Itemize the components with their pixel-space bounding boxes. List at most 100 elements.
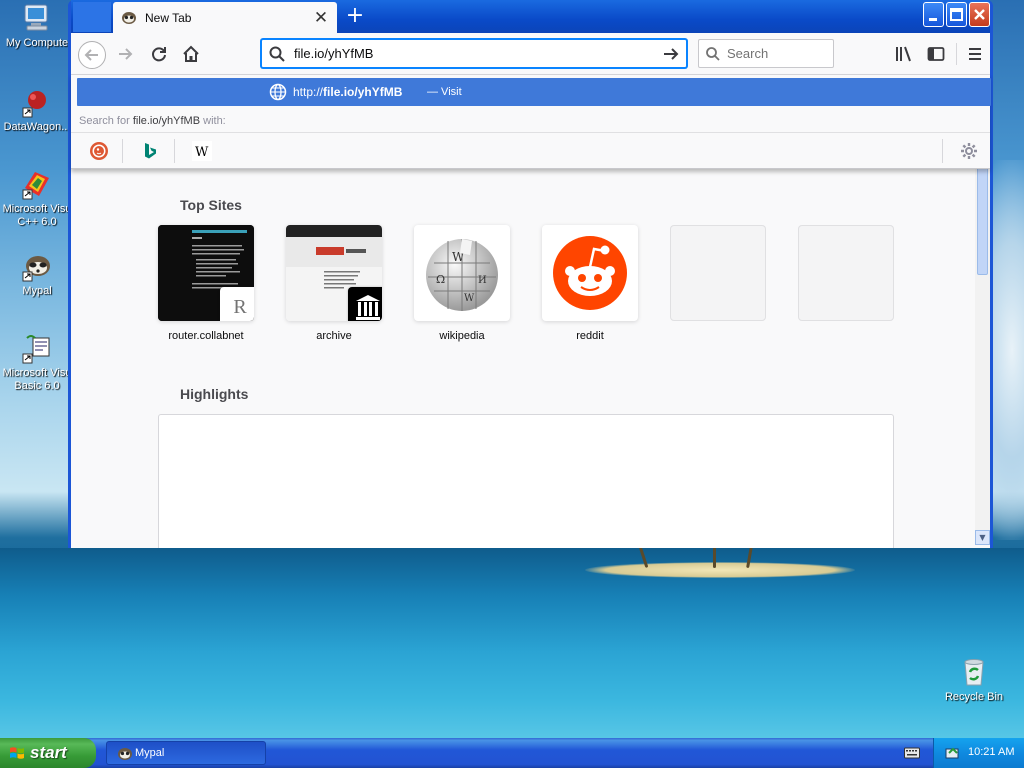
search-with-prefix: Search for bbox=[79, 115, 130, 127]
computer-icon bbox=[21, 2, 53, 34]
top-site-archive[interactable]: archive bbox=[286, 225, 382, 342]
search-icon bbox=[269, 46, 285, 62]
top-site-label: wikipedia bbox=[439, 330, 485, 342]
maximize-button[interactable] bbox=[946, 2, 967, 27]
suggestion-visit-row[interactable]: http://file.io/yhYfMB — Visit bbox=[77, 78, 991, 106]
top-site-empty-slot[interactable] bbox=[798, 225, 894, 330]
reload-icon bbox=[152, 47, 166, 62]
home-button[interactable] bbox=[177, 41, 205, 69]
desktop-icon-visual-cpp[interactable]: Microsoft Visu C++ 6.0 bbox=[0, 168, 74, 229]
highlights-panel bbox=[158, 414, 894, 548]
top-site-badge: R bbox=[220, 287, 254, 321]
top-site-label: reddit bbox=[576, 330, 604, 342]
start-button[interactable]: start bbox=[0, 738, 96, 768]
back-button[interactable] bbox=[78, 41, 106, 69]
desktop-icon-visual-basic[interactable]: Microsoft Visu Basic 6.0 bbox=[0, 332, 74, 393]
taskbar-item-label: Mypal bbox=[135, 747, 165, 759]
tab-strip-spacer bbox=[73, 2, 111, 32]
svg-text:Ω: Ω bbox=[436, 273, 445, 286]
engine-separator bbox=[174, 139, 175, 163]
svg-text:И: И bbox=[478, 275, 487, 286]
visual-basic-icon bbox=[21, 332, 53, 364]
top-site-badge bbox=[348, 287, 382, 321]
top-site-reddit[interactable]: reddit bbox=[542, 225, 638, 342]
search-icon bbox=[706, 46, 720, 61]
archive-columns-icon bbox=[356, 295, 380, 320]
top-site-thumbnail bbox=[542, 225, 638, 321]
windows-flag-icon bbox=[10, 747, 24, 759]
back-arrow-icon bbox=[84, 49, 98, 61]
search-placeholder: Search bbox=[727, 46, 769, 61]
close-window-button[interactable] bbox=[969, 2, 990, 27]
scroll-down-icon[interactable]: ▼ bbox=[975, 530, 990, 545]
desktop-icon-label: Microsoft Visu C++ 6.0 bbox=[2, 203, 72, 228]
new-tab-plus-icon[interactable]: + bbox=[343, 5, 367, 29]
top-site-placeholder bbox=[670, 225, 766, 321]
recycle-bin-icon bbox=[958, 656, 990, 688]
top-site-router-collabnet[interactable]: R router.collabnet bbox=[158, 225, 254, 342]
library-icon[interactable] bbox=[894, 44, 914, 64]
suggestion-url: http://file.io/yhYfMB bbox=[293, 85, 402, 99]
suggestion-url-host: file.io/yhYfMB bbox=[323, 85, 403, 99]
desktop-wallpaper-island bbox=[585, 562, 855, 578]
url-bar[interactable]: file.io/yhYfMB bbox=[261, 39, 687, 68]
top-site-label: router.collabnet bbox=[168, 330, 244, 342]
wikipedia-engine-icon[interactable]: W bbox=[192, 141, 212, 161]
menu-hamburger-icon[interactable] bbox=[965, 44, 985, 64]
top-sites-heading: Top Sites bbox=[180, 197, 242, 213]
desktop-icon-datawagon[interactable]: DataWagon... bbox=[0, 86, 74, 134]
search-with-label: Search for file.io/yhYfMB with: bbox=[79, 115, 226, 127]
desktop-icon-recycle-bin[interactable]: Recycle Bin bbox=[937, 656, 1011, 704]
url-input[interactable]: file.io/yhYfMB bbox=[286, 46, 662, 61]
top-site-thumbnail: R bbox=[158, 225, 254, 321]
datawagon-icon bbox=[21, 86, 53, 118]
svg-text:W: W bbox=[195, 145, 209, 160]
search-with-suffix: with: bbox=[203, 115, 226, 127]
desktop-icon-label: Mypal bbox=[22, 285, 52, 297]
desktop-wallpaper-sea bbox=[0, 548, 1024, 738]
minimize-button[interactable] bbox=[923, 2, 944, 27]
forward-arrow-icon bbox=[119, 48, 133, 60]
desktop-icon-mypal[interactable]: Mypal bbox=[0, 250, 74, 298]
desktop-icon-label: Microsoft Visu Basic 6.0 bbox=[2, 367, 72, 392]
nav-toolbar: file.io/yhYfMB Search bbox=[71, 33, 990, 75]
suggestion-url-scheme: http:// bbox=[293, 85, 324, 99]
palm-tree bbox=[713, 546, 716, 568]
tab-new-tab[interactable]: New Tab ✕ bbox=[113, 2, 337, 33]
top-site-empty-slot[interactable] bbox=[670, 225, 766, 330]
suggestion-action: — Visit bbox=[427, 86, 462, 98]
go-arrow-icon[interactable] bbox=[662, 45, 680, 63]
top-site-thumbnail: WΩИW bbox=[414, 225, 510, 321]
search-with-query: file.io/yhYfMB bbox=[132, 115, 201, 127]
reload-button[interactable] bbox=[145, 41, 173, 69]
wikipedia-globe-icon: WΩ ИW bbox=[426, 239, 498, 311]
start-label: start bbox=[30, 743, 67, 762]
engine-separator bbox=[122, 139, 123, 163]
mypal-favicon-icon bbox=[122, 11, 136, 24]
badge-letter: R bbox=[233, 295, 247, 318]
tab-title: New Tab bbox=[145, 10, 192, 25]
tab-strip: New Tab ✕ + bbox=[71, 0, 990, 33]
top-site-thumbnail bbox=[286, 225, 382, 321]
clock[interactable]: 10:21 AM bbox=[968, 746, 1014, 758]
forward-button[interactable] bbox=[111, 41, 139, 69]
search-box[interactable]: Search bbox=[698, 39, 834, 68]
search-settings-gear-icon[interactable] bbox=[959, 141, 979, 161]
top-site-wikipedia[interactable]: WΩИW wikipedia bbox=[414, 225, 510, 342]
network-safely-remove-icon[interactable] bbox=[944, 744, 962, 762]
top-site-label: archive bbox=[316, 330, 352, 342]
bing-engine-icon[interactable] bbox=[140, 141, 160, 161]
close-tab-icon[interactable]: ✕ bbox=[313, 9, 329, 26]
desktop-icon-my-computer[interactable]: My Compute bbox=[0, 2, 74, 50]
desktop-icon-label: Recycle Bin bbox=[944, 691, 1004, 703]
taskbar-item-mypal[interactable]: Mypal bbox=[106, 741, 266, 765]
visual-cpp-icon bbox=[21, 168, 53, 200]
desktop-icon-label: My Compute bbox=[5, 37, 69, 49]
sidebar-toggle-icon[interactable] bbox=[926, 44, 946, 64]
mypal-raccoon-icon bbox=[21, 250, 53, 282]
minimize-icon bbox=[929, 18, 937, 21]
mypal-favicon-icon bbox=[118, 748, 132, 760]
keyboard-layout-icon[interactable] bbox=[904, 746, 920, 760]
reddit-alien-icon bbox=[553, 236, 627, 310]
duckduckgo-engine-icon[interactable] bbox=[89, 141, 109, 161]
